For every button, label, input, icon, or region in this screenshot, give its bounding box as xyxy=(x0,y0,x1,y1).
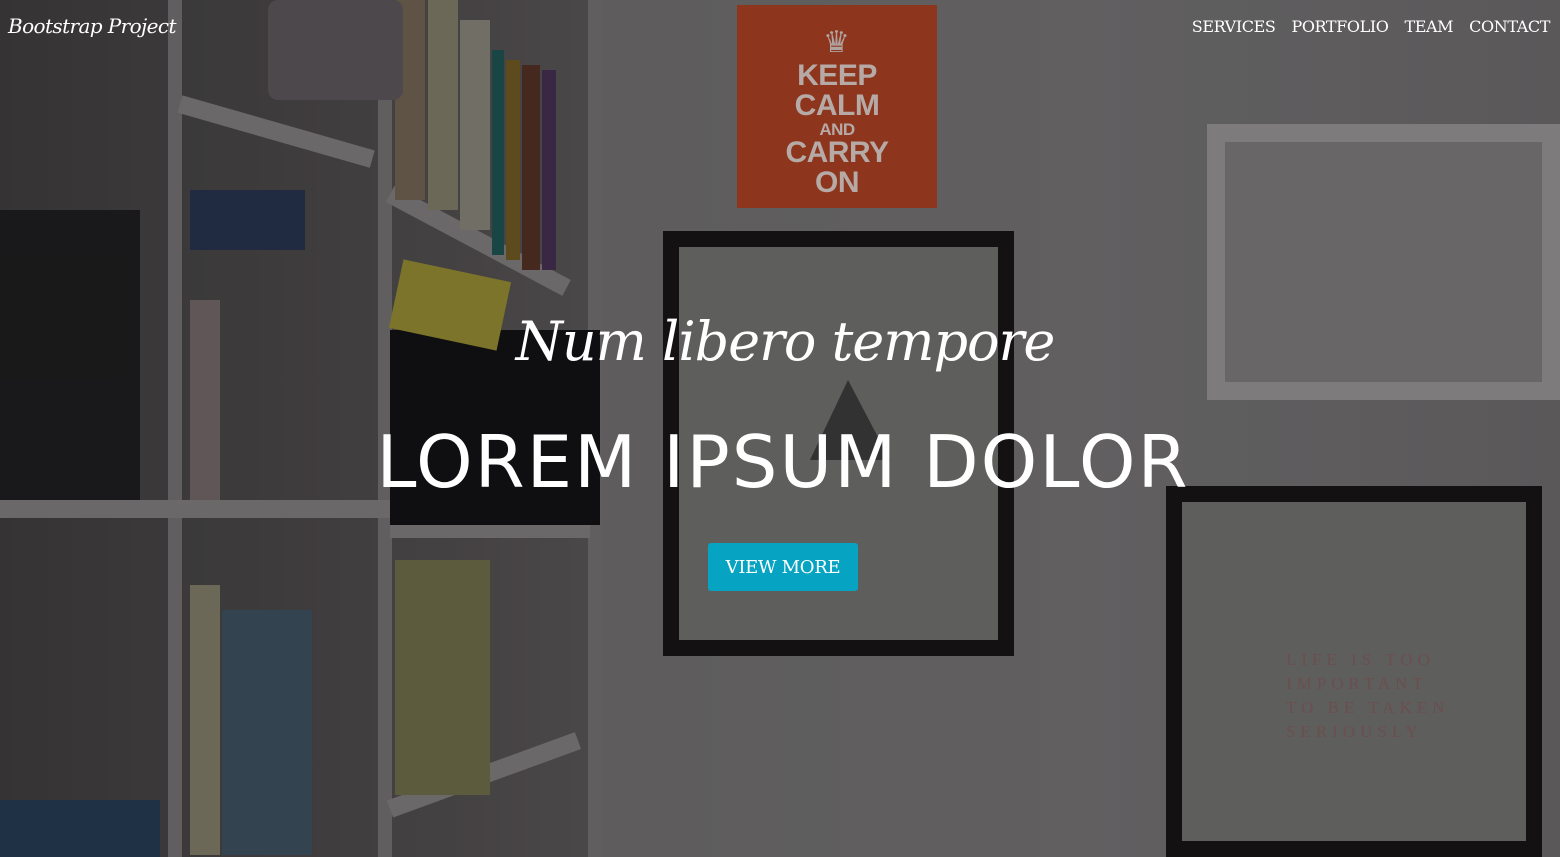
nav-item-contact: CONTACT xyxy=(1469,17,1550,36)
nav-link-portfolio[interactable]: PORTFOLIO xyxy=(1291,17,1388,36)
hero-subtitle: Num libero tempore xyxy=(515,310,1056,373)
brand-link[interactable]: Bootstrap Project xyxy=(8,14,177,38)
nav-links: SERVICES PORTFOLIO TEAM CONTACT xyxy=(1192,17,1551,36)
nav-item-team: TEAM xyxy=(1404,17,1453,36)
view-more-button[interactable]: VIEW MORE xyxy=(708,543,858,591)
hero-title: LOREM IPSUM DOLOR xyxy=(376,420,1190,504)
nav-link-contact[interactable]: CONTACT xyxy=(1469,17,1550,36)
nav-link-team[interactable]: TEAM xyxy=(1404,17,1453,36)
nav-item-services: SERVICES xyxy=(1192,17,1276,36)
nav-link-services[interactable]: SERVICES xyxy=(1192,17,1276,36)
navbar: Bootstrap Project SERVICES PORTFOLIO TEA… xyxy=(0,0,1560,56)
nav-item-portfolio: PORTFOLIO xyxy=(1291,17,1388,36)
